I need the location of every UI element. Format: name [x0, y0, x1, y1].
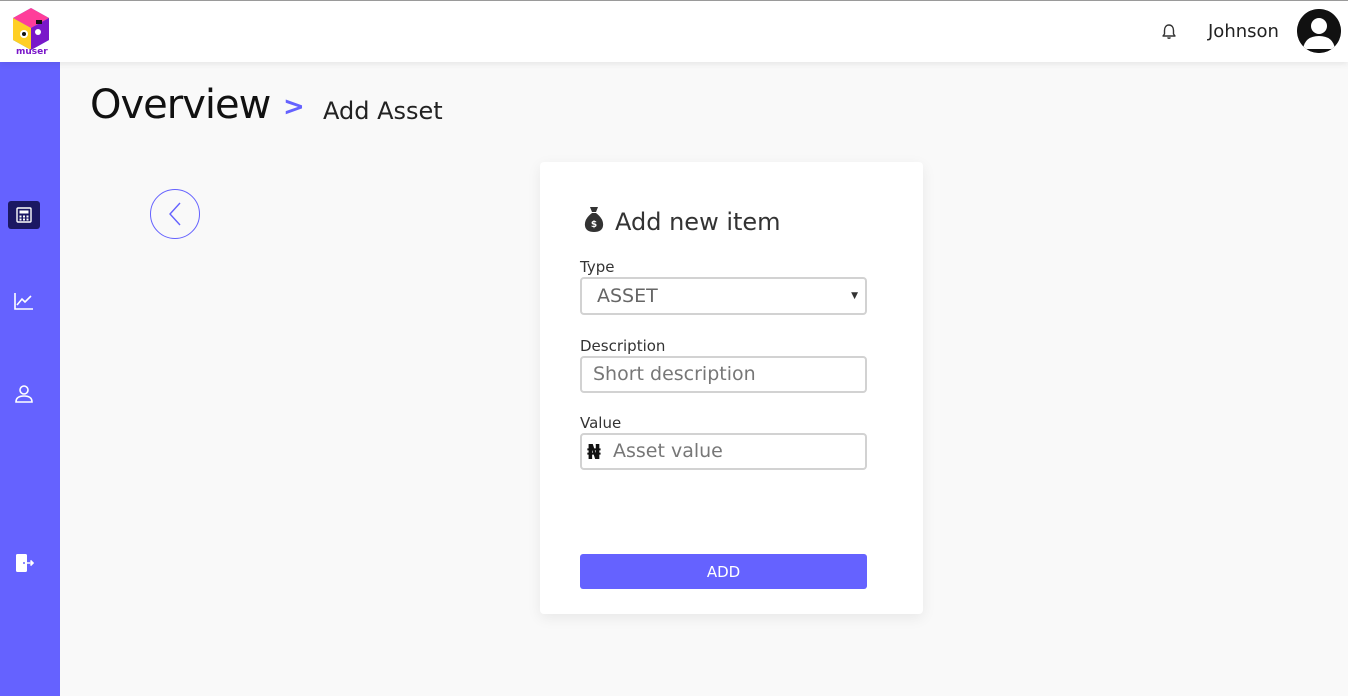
naira-currency-icon: ₦ [587, 440, 601, 464]
add-item-card: $ Add new item Type ASSET ▼ Description … [540, 162, 923, 614]
top-bar: muser Johnson [0, 0, 1348, 62]
svg-text:$: $ [591, 220, 597, 230]
breadcrumb-separator: > [283, 92, 305, 122]
avatar[interactable] [1297, 9, 1341, 53]
sidebar-item-calculator[interactable] [8, 201, 40, 229]
type-select[interactable]: ASSET ▼ [580, 277, 867, 315]
username[interactable]: Johnson [1208, 21, 1279, 42]
sidebar-item-profile[interactable] [8, 380, 40, 408]
description-input[interactable]: Short description [580, 356, 867, 393]
type-select-value: ASSET [597, 285, 658, 307]
sidebar [0, 62, 60, 696]
type-label: Type [580, 258, 615, 276]
add-button[interactable]: ADD [580, 554, 867, 589]
value-label: Value [580, 414, 622, 432]
logout-icon [16, 554, 35, 572]
value-input[interactable]: ₦ Asset value [580, 433, 867, 470]
bell-icon[interactable] [1160, 23, 1178, 41]
page-title[interactable]: Overview [90, 82, 271, 128]
sidebar-item-chart[interactable] [8, 287, 40, 315]
chevron-left-icon [169, 202, 181, 226]
description-label: Description [580, 337, 666, 355]
user-avatar-icon [1297, 9, 1341, 53]
card-header: $ Add new item [583, 202, 781, 236]
sidebar-item-logout[interactable] [8, 549, 40, 577]
calculator-icon [16, 207, 32, 223]
description-placeholder: Short description [593, 363, 756, 385]
breadcrumb-current: Add Asset [323, 97, 443, 125]
user-icon [15, 385, 33, 403]
back-button[interactable] [150, 189, 200, 239]
logo-text: muser [16, 47, 48, 57]
money-bag-icon: $ [584, 207, 604, 232]
value-placeholder: Asset value [613, 440, 723, 462]
select-arrow-icon: ▼ [851, 291, 858, 301]
card-title: Add new item [615, 208, 781, 236]
chart-line-icon [14, 293, 33, 310]
